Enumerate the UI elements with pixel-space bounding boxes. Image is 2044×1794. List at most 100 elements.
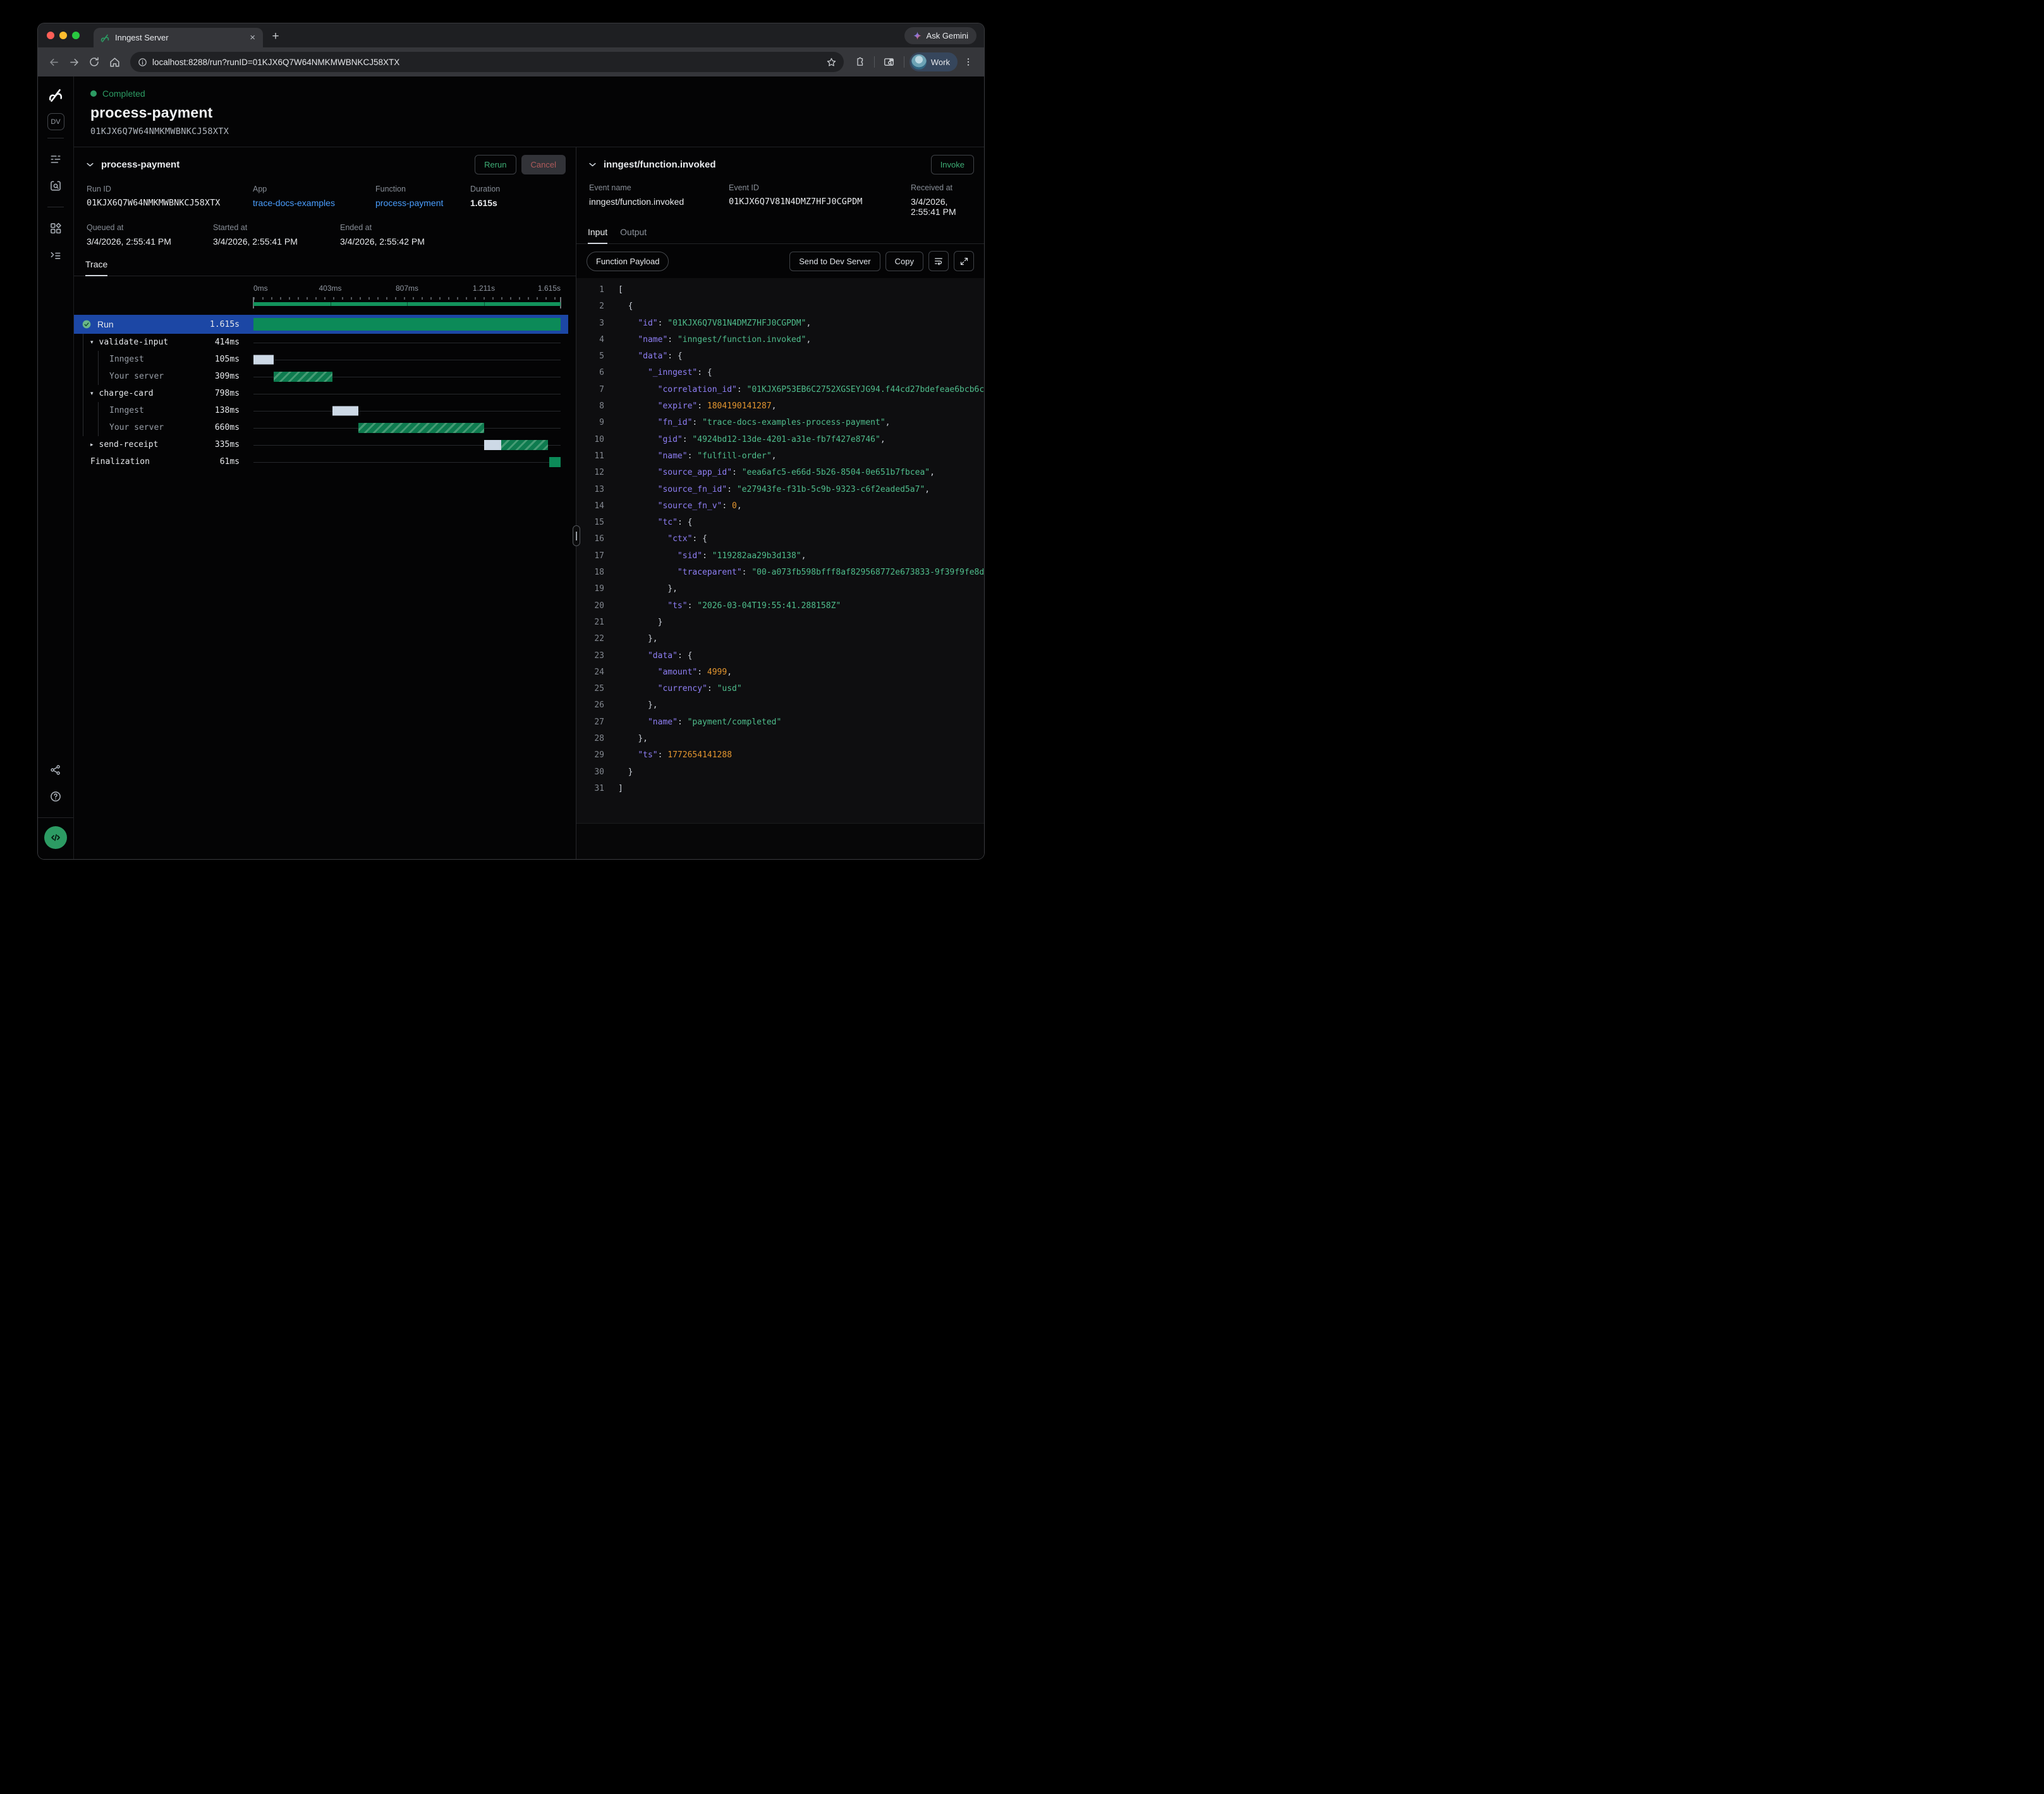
code-line: 11 "name": "fulfill-order", — [576, 448, 984, 465]
trace-bar-solid[interactable] — [549, 457, 561, 467]
trace-row[interactable]: Your server309ms — [74, 368, 568, 385]
panel-resize-handle[interactable] — [573, 525, 580, 546]
apps-icon[interactable] — [49, 222, 62, 235]
trace-row-track — [253, 334, 561, 351]
function-link[interactable]: process-payment — [375, 198, 470, 208]
code-line: 18 "traceparent": "00-a073fb598bfff8af82… — [576, 564, 984, 581]
maximize-window-button[interactable] — [72, 32, 80, 39]
collapse-chevron-icon[interactable] — [85, 160, 95, 169]
side-panel-search-icon[interactable] — [880, 52, 899, 71]
profile-chip[interactable]: Work — [909, 52, 958, 71]
reload-button[interactable] — [85, 52, 104, 71]
tab-input[interactable]: Input — [588, 227, 607, 244]
trace-bar-hatch[interactable] — [274, 372, 332, 382]
minimize-window-button[interactable] — [59, 32, 67, 39]
extensions-icon[interactable] — [850, 52, 869, 71]
close-window-button[interactable] — [47, 32, 54, 39]
ended-at-value: 3/4/2026, 2:55:42 PM — [340, 236, 563, 247]
browser-toolbar: localhost:8288/run?runID=01KJX6Q7W64NMKM… — [38, 47, 984, 76]
cancel-button[interactable]: Cancel — [521, 155, 566, 174]
field-label: Started at — [213, 223, 340, 232]
axis-tick-label: 403ms — [319, 284, 341, 293]
forward-button[interactable] — [64, 52, 83, 71]
back-button[interactable] — [44, 52, 63, 71]
share-icon[interactable] — [49, 764, 62, 776]
trace-row-track — [253, 402, 561, 419]
trace-tabrow: Trace — [74, 259, 576, 276]
code-line: 25 "currency": "usd" — [576, 681, 984, 697]
trace-bar-hatch[interactable] — [358, 423, 484, 433]
timeline-minimap[interactable] — [253, 297, 561, 310]
browser-tab[interactable]: Inngest Server × — [94, 28, 263, 47]
trace-row-track — [253, 419, 561, 436]
url-text[interactable]: localhost:8288/run?runID=01KJX6Q7W64NMKM… — [152, 58, 817, 67]
trace-row[interactable]: ▾validate-input414ms — [74, 334, 568, 351]
new-tab-button[interactable]: + — [267, 28, 284, 46]
close-tab-icon[interactable]: × — [248, 33, 257, 42]
field-label: Ended at — [340, 223, 563, 232]
code-line: 13 "source_fn_id": "e27943fe-f31b-5c9b-9… — [576, 482, 984, 498]
received-at-value: 3/4/2026, 2:55:41 PM — [911, 197, 971, 217]
dev-server-code-button[interactable] — [44, 826, 67, 849]
home-button[interactable] — [105, 52, 124, 71]
browser-window: Inngest Server × + Ask Gemini — [38, 23, 984, 859]
event-name-title: inngest/function.invoked — [604, 159, 716, 170]
invoke-button[interactable]: Invoke — [931, 155, 974, 174]
window-controls[interactable] — [47, 32, 80, 39]
caret-right-icon[interactable]: ▸ — [90, 441, 94, 448]
trace-bar-light[interactable] — [332, 406, 359, 415]
field-label: Run ID — [87, 185, 253, 193]
trace-row[interactable]: Your server660ms — [74, 419, 568, 436]
check-circle-icon — [82, 319, 92, 329]
trace-row[interactable]: ▾charge-card798ms — [74, 385, 568, 402]
trace-row[interactable]: Inngest138ms — [74, 402, 568, 419]
code-line: 24 "amount": 4999, — [576, 664, 984, 681]
rerun-button[interactable]: Rerun — [475, 155, 516, 174]
trace-row[interactable]: ▸send-receipt335ms — [74, 436, 568, 453]
trace-row[interactable]: Inngest105ms — [74, 351, 568, 368]
word-wrap-button[interactable] — [928, 251, 949, 271]
url-bar[interactable]: localhost:8288/run?runID=01KJX6Q7W64NMKM… — [130, 52, 844, 72]
event-tabs: Input Output — [576, 227, 984, 244]
trace-row-label: Run — [74, 319, 198, 329]
copy-button[interactable]: Copy — [885, 252, 923, 271]
caret-down-icon[interactable]: ▾ — [90, 339, 94, 346]
function-meta: Run ID01KJX6Q7W64NMKMWBNKCJ58XTX Apptrac… — [74, 181, 576, 208]
field-label: Queued at — [87, 223, 213, 232]
code-line: 12 "source_app_id": "eea6afc5-e66d-5b26-… — [576, 465, 984, 481]
site-info-icon[interactable] — [138, 58, 147, 67]
trace-bar-light[interactable] — [253, 355, 274, 364]
trace-row[interactable]: Run1.615s — [74, 315, 568, 334]
tab-trace[interactable]: Trace — [85, 259, 107, 276]
payload-pill[interactable]: Function Payload — [587, 252, 669, 271]
trace-rows: Run1.615s▾validate-input414msInngest105m… — [74, 315, 568, 470]
collapse-chevron-icon[interactable] — [588, 160, 597, 169]
inngest-logo-icon[interactable] — [47, 87, 64, 103]
app-link[interactable]: trace-docs-examples — [253, 198, 375, 208]
bookmark-star-icon[interactable] — [822, 52, 841, 71]
event-id-value: 01KJX6Q7V81N4DMZ7HFJ0CGPDM — [729, 197, 911, 207]
field-label: Received at — [911, 183, 971, 192]
expand-button[interactable] — [954, 251, 974, 271]
trace-row[interactable]: Finalization61ms — [74, 453, 568, 470]
runs-list-icon[interactable] — [49, 153, 62, 166]
dev-console-icon[interactable] — [49, 248, 62, 261]
payload-code[interactable]: 1[2 {3 "id": "01KJX6Q7V81N4DMZ7HFJ0CGPDM… — [576, 278, 984, 823]
inngest-app: DV — [38, 76, 984, 859]
trace-row-track — [253, 453, 561, 470]
trace-bar-run[interactable] — [253, 318, 561, 331]
ask-gemini-button[interactable]: Ask Gemini — [904, 27, 976, 44]
env-badge[interactable]: DV — [47, 113, 64, 130]
event-search-icon[interactable] — [49, 180, 62, 192]
trace-row-duration: 414ms — [198, 338, 245, 347]
trace-bar-mixed[interactable] — [484, 440, 548, 450]
status-dot-icon — [90, 90, 97, 97]
page-title: process-payment — [90, 104, 968, 121]
code-line: 22 }, — [576, 631, 984, 647]
send-to-dev-server-button[interactable]: Send to Dev Server — [789, 252, 880, 271]
tab-output[interactable]: Output — [620, 227, 647, 243]
menu-kebab-icon[interactable] — [959, 52, 978, 71]
trace-row-duration: 138ms — [198, 406, 245, 415]
caret-down-icon[interactable]: ▾ — [90, 390, 94, 397]
help-icon[interactable] — [49, 790, 62, 803]
